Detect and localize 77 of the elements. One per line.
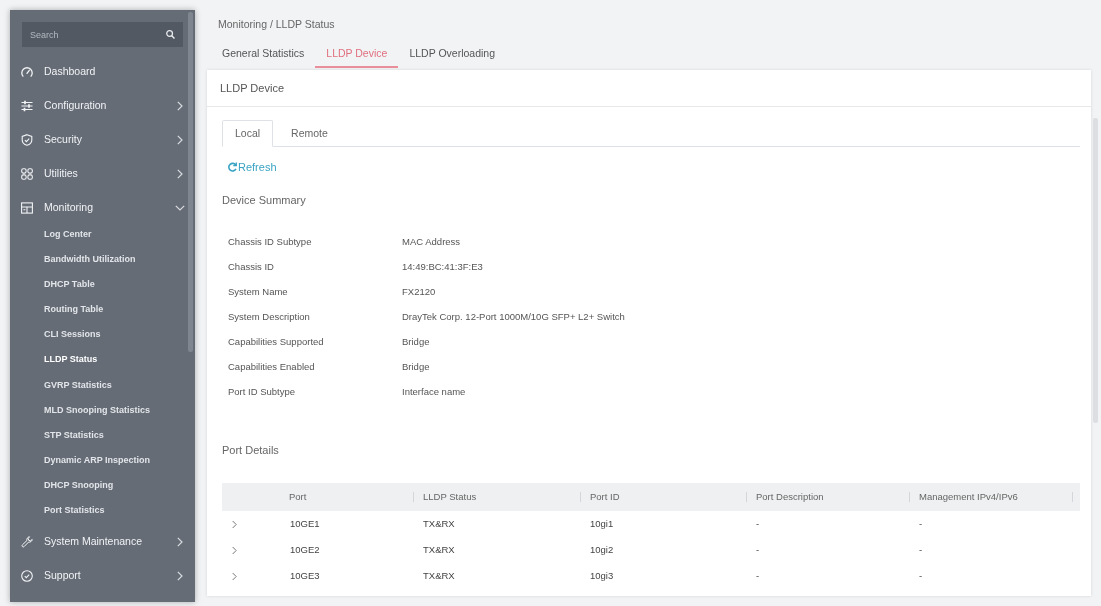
search-icon[interactable] bbox=[166, 30, 175, 39]
submenu-item[interactable]: DHCP Table bbox=[10, 272, 188, 298]
column-header: Management IPv4/IPv6 bbox=[919, 489, 1019, 504]
submenu-item[interactable]: CLI Sessions bbox=[10, 322, 188, 348]
table-cell-text: TX&RX bbox=[422, 568, 456, 583]
table-cell-text: - bbox=[755, 542, 761, 557]
chevron-right-icon[interactable] bbox=[232, 571, 237, 581]
field-label: Chassis ID bbox=[227, 260, 275, 275]
breadcrumb-text: Monitoring / LLDP Status bbox=[217, 17, 336, 32]
field-label: System Description bbox=[227, 310, 311, 325]
field-value: Bridge bbox=[402, 360, 430, 375]
column-header: LLDP Status bbox=[423, 489, 477, 504]
table-cell: - bbox=[746, 511, 909, 537]
column-header: Port bbox=[289, 489, 307, 504]
sidebar-item[interactable]: Monitoring bbox=[10, 191, 188, 225]
tab[interactable]: Remote bbox=[273, 120, 341, 147]
table-cell-text: 10GE3 bbox=[289, 568, 321, 583]
scrollbar-thumb[interactable] bbox=[188, 12, 193, 352]
sliders-icon bbox=[21, 100, 33, 112]
table-cell-text: - bbox=[918, 542, 924, 557]
field-label: Capabilities Supported bbox=[227, 335, 325, 350]
refresh-icon bbox=[228, 162, 237, 172]
panel-icon bbox=[21, 202, 33, 214]
panel-title: LLDP Device bbox=[220, 80, 284, 96]
sidebar-item[interactable]: Security bbox=[10, 123, 188, 157]
submenu-item[interactable]: Bandwidth Utilization bbox=[10, 247, 188, 273]
submenu-item[interactable]: LLDP Status bbox=[10, 347, 188, 373]
search-field[interactable]: Search bbox=[22, 22, 183, 47]
sidebar-item[interactable]: Support bbox=[10, 559, 188, 594]
submenu-item[interactable]: GVRP Statistics bbox=[10, 372, 188, 398]
table-cell-text: - bbox=[918, 568, 924, 583]
submenu-item[interactable]: Dynamic ARP Inspection bbox=[10, 447, 188, 473]
submenu-item[interactable]: Log Center bbox=[10, 222, 188, 248]
tab[interactable]: LLDP Overloading bbox=[398, 40, 506, 68]
field-label: Capabilities Enabled bbox=[227, 360, 316, 375]
gauge-icon bbox=[21, 66, 33, 78]
submenu-item[interactable]: Port Statistics bbox=[10, 498, 188, 524]
table-cell: 10gi1 bbox=[580, 511, 746, 537]
table-cell: - bbox=[909, 511, 1080, 537]
wrench-icon bbox=[21, 536, 33, 549]
table-cell: 10GE1 bbox=[280, 511, 413, 537]
grid-icon bbox=[21, 168, 33, 180]
field-value: FX2120 bbox=[402, 285, 436, 300]
sidebar-item[interactable]: Configuration bbox=[10, 89, 188, 123]
table-cell-text: 10GE2 bbox=[289, 542, 321, 557]
field-label: Chassis ID Subtype bbox=[227, 235, 313, 250]
submenu-item[interactable]: Routing Table bbox=[10, 297, 188, 323]
check-circle-icon bbox=[21, 570, 33, 583]
field-label: Port ID Subtype bbox=[227, 385, 297, 400]
submenu-item[interactable]: DHCP Snooping bbox=[10, 472, 188, 499]
table-cell-text: TX&RX bbox=[422, 542, 456, 557]
sidebar-item[interactable]: Dashboard bbox=[10, 55, 188, 89]
sidebar-item[interactable]: Utilities bbox=[10, 157, 188, 191]
field-value: Bridge bbox=[402, 335, 430, 350]
column-header: Port Description bbox=[756, 489, 824, 504]
field-value: 14:49:BC:41:3F:E3 bbox=[402, 260, 483, 275]
chevron-right-icon[interactable] bbox=[232, 519, 237, 529]
chevron-right-icon[interactable] bbox=[232, 545, 237, 555]
tab[interactable]: Local bbox=[222, 120, 274, 147]
section-title: Port Details bbox=[222, 443, 280, 458]
sidebar-item[interactable]: System Maintenance bbox=[10, 525, 188, 560]
section-title: Device Summary bbox=[222, 193, 307, 208]
table-cell-text: 10gi2 bbox=[589, 542, 615, 557]
field-label: System Name bbox=[227, 285, 289, 300]
tab[interactable]: General Statistics bbox=[211, 40, 316, 68]
shield-check-icon bbox=[21, 134, 33, 146]
tab[interactable]: LLDP Device bbox=[315, 40, 399, 68]
field-value: DrayTek Corp. 12-Port 1000M/10G SFP+ L2+ Switch bbox=[402, 310, 625, 325]
field-value: Interface name bbox=[402, 385, 466, 400]
submenu-item[interactable]: MLD Snooping Statistics bbox=[10, 397, 188, 423]
refresh-button[interactable]: Refresh bbox=[228, 159, 277, 175]
column-header: Port ID bbox=[590, 489, 620, 504]
submenu-item[interactable]: STP Statistics bbox=[10, 422, 188, 448]
field-value: MAC Address bbox=[402, 235, 461, 250]
table-cell-text: 10gi3 bbox=[589, 568, 615, 583]
table-cell-text: - bbox=[755, 568, 761, 583]
table-cell: TX&RX bbox=[413, 511, 580, 537]
